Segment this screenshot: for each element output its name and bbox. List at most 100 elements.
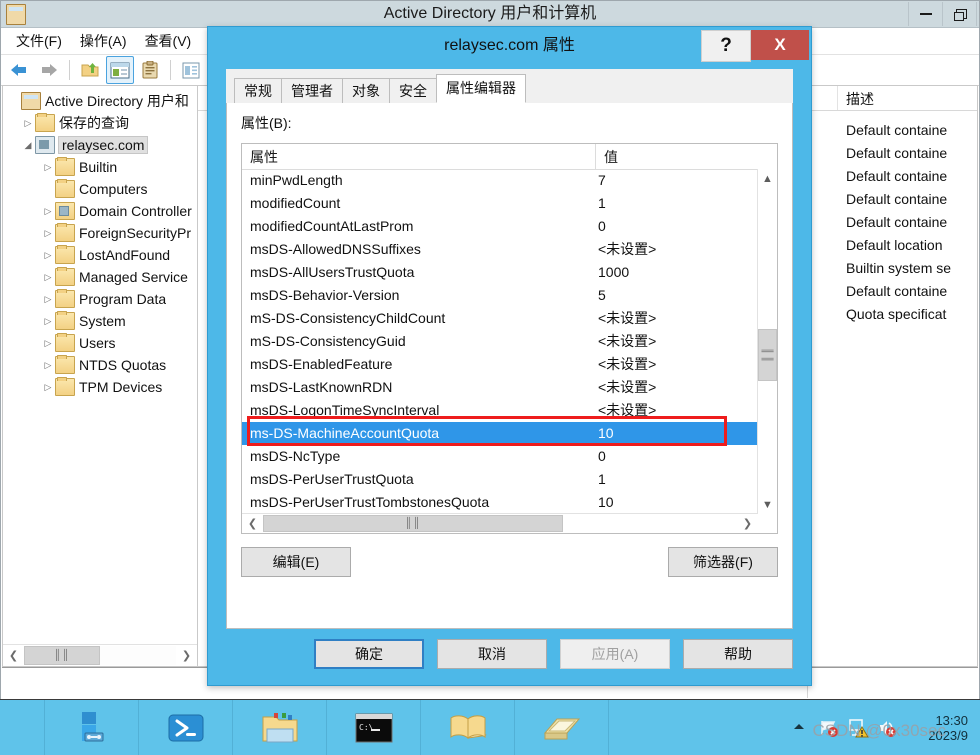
scroll-track[interactable]: ║║: [263, 515, 737, 532]
grid-column-attribute[interactable]: 属性: [242, 144, 596, 169]
show-hide-tree-button[interactable]: [106, 56, 134, 84]
grid-cell-attribute: minPwdLength: [250, 172, 343, 188]
scroll-thumb[interactable]: ║║: [24, 646, 100, 665]
taskbar-item-server-manager[interactable]: [45, 700, 139, 755]
expander-icon[interactable]: ▷: [41, 338, 55, 349]
grid-column-value[interactable]: 值: [596, 144, 777, 169]
tab-general[interactable]: 常规: [234, 78, 282, 103]
tree-item-managed-service-accounts[interactable]: ▷ Managed Service: [7, 266, 197, 288]
tab-managed-by[interactable]: 管理者: [281, 78, 343, 103]
help-text-button[interactable]: 帮助: [683, 639, 793, 669]
expander-icon[interactable]: ▷: [21, 118, 35, 129]
taskbar-item-notepad[interactable]: [515, 700, 609, 755]
tree-item-tpm-devices[interactable]: ▷ TPM Devices: [7, 376, 197, 398]
list-column-description[interactable]: 描述: [838, 86, 977, 110]
taskbar-item-command-prompt[interactable]: C:\: [327, 700, 421, 755]
scroll-down-icon[interactable]: ▼: [758, 495, 777, 514]
ou-icon: [55, 202, 75, 220]
tree-item-foreignsecurityprincipals[interactable]: ▷ ForeignSecurityPr: [7, 222, 197, 244]
tree-item-active-directory-root[interactable]: Active Directory 用户和: [7, 90, 197, 112]
tree-item-ntds-quotas[interactable]: ▷ NTDS Quotas: [7, 354, 197, 376]
properties-button[interactable]: [136, 56, 164, 84]
scroll-thumb[interactable]: ║║: [263, 515, 563, 532]
scroll-right-icon[interactable]: ❯: [176, 646, 197, 665]
grid-horizontal-scrollbar[interactable]: ❮ ║║ ❯: [242, 513, 758, 533]
tab-attribute-editor[interactable]: 属性编辑器: [436, 74, 526, 103]
tree-horizontal-scrollbar[interactable]: ❮ ║║ ❯: [3, 644, 197, 666]
grid-cell-attribute: msDS-AllowedDNSSuffixes: [250, 241, 421, 257]
grid-row[interactable]: msDS-PerUserTrustQuota 1: [242, 468, 758, 491]
grid-row[interactable]: mS-DS-ConsistencyGuid <未设置>: [242, 330, 758, 353]
folder-icon: [55, 377, 75, 396]
menu-file[interactable]: 文件(F): [7, 28, 71, 54]
scroll-thumb[interactable]: ║║: [758, 329, 777, 381]
taskbar-item-help[interactable]: [421, 700, 515, 755]
expander-icon[interactable]: ▷: [41, 228, 55, 239]
scroll-right-icon[interactable]: ❯: [737, 514, 758, 533]
tree-item-program-data[interactable]: ▷ Program Data: [7, 288, 197, 310]
expander-icon[interactable]: ▷: [41, 316, 55, 327]
grid-row[interactable]: modifiedCountAtLastProm 0: [242, 215, 758, 238]
scroll-up-icon[interactable]: ▲: [758, 169, 777, 188]
forward-button[interactable]: [35, 56, 63, 84]
menu-action[interactable]: 操作(A): [71, 28, 136, 54]
cancel-button[interactable]: 取消: [437, 639, 547, 669]
grid-row[interactable]: msDS-EnabledFeature <未设置>: [242, 353, 758, 376]
scroll-left-icon[interactable]: ❮: [242, 514, 263, 533]
grid-vertical-scrollbar[interactable]: ▲ ║║ ▼: [757, 169, 777, 514]
grid-row[interactable]: msDS-AllowedDNSSuffixes <未设置>: [242, 238, 758, 261]
grid-row[interactable]: modifiedCount 1: [242, 192, 758, 215]
properties-icon: [142, 61, 158, 79]
scroll-left-icon[interactable]: ❮: [3, 646, 24, 665]
filter-button[interactable]: 筛选器(F): [668, 547, 778, 577]
show-hidden-icons-button[interactable]: [790, 718, 810, 738]
dialog-title-bar: relaysec.com 属性 ? X: [208, 27, 811, 65]
tree-item-relaysec-com[interactable]: ◢ relaysec.com: [7, 134, 197, 156]
scroll-track[interactable]: ║║: [24, 646, 176, 665]
grid-row[interactable]: minPwdLength 7: [242, 169, 758, 192]
grid-row[interactable]: mS-DS-ConsistencyChildCount <未设置>: [242, 307, 758, 330]
taskbar-item-file-explorer[interactable]: [233, 700, 327, 755]
up-one-level-button[interactable]: [76, 56, 104, 84]
toolbar-separator-2: [170, 60, 171, 80]
attributes-grid: 属性 值 minPwdLength 7 modifiedCount 1 modifi…: [241, 143, 778, 534]
expander-icon[interactable]: ▷: [41, 162, 55, 173]
tree-item-computers[interactable]: Computers: [7, 178, 197, 200]
grid-header: 属性 值: [242, 144, 777, 170]
expander-icon[interactable]: ▷: [41, 272, 55, 283]
back-button[interactable]: [5, 56, 33, 84]
grid-row[interactable]: msDS-LastKnownRDN <未设置>: [242, 376, 758, 399]
start-button[interactable]: [0, 700, 45, 755]
folder-icon: [55, 267, 75, 286]
help-button[interactable]: ?: [701, 30, 751, 62]
expander-icon[interactable]: ▷: [41, 382, 55, 393]
view-details-button[interactable]: [177, 56, 205, 84]
tab-object[interactable]: 对象: [342, 78, 390, 103]
tree-item-system[interactable]: ▷ System: [7, 310, 197, 332]
grid-row[interactable]: msDS-AllUsersTrustQuota 1000: [242, 261, 758, 284]
expander-icon[interactable]: ◢: [21, 140, 35, 151]
grid-row[interactable]: msDS-LogonTimeSyncInterval <未设置>: [242, 399, 758, 422]
tree-item-users[interactable]: ▷ Users: [7, 332, 197, 354]
tree-item-builtin[interactable]: ▷ Builtin: [7, 156, 197, 178]
edit-button[interactable]: 编辑(E): [241, 547, 351, 577]
minimize-button[interactable]: [908, 2, 942, 26]
taskbar-item-powershell[interactable]: [139, 700, 233, 755]
tree-item-lostandfound[interactable]: ▷ LostAndFound: [7, 244, 197, 266]
ok-button[interactable]: 确定: [314, 639, 424, 669]
menu-view[interactable]: 查看(V): [136, 28, 201, 54]
expander-icon[interactable]: ▷: [41, 360, 55, 371]
tree-item-domain-controllers[interactable]: ▷ Domain Controller: [7, 200, 197, 222]
details-view-icon: [182, 62, 200, 78]
restore-button[interactable]: [942, 2, 977, 26]
expander-icon[interactable]: ▷: [41, 250, 55, 261]
tree-item-saved-queries[interactable]: ▷ 保存的查询: [7, 112, 197, 134]
expander-icon[interactable]: ▷: [41, 294, 55, 305]
grid-row[interactable]: msDS-Behavior-Version 5: [242, 284, 758, 307]
grid-row-selected-machine-account-quota[interactable]: ms-DS-MachineAccountQuota 10: [242, 422, 758, 445]
tab-security[interactable]: 安全: [389, 78, 437, 103]
expander-icon[interactable]: ▷: [41, 206, 55, 217]
grid-row[interactable]: msDS-PerUserTrustTombstonesQuota 10: [242, 491, 758, 514]
grid-row[interactable]: msDS-NcType 0: [242, 445, 758, 468]
close-button[interactable]: X: [751, 30, 809, 60]
